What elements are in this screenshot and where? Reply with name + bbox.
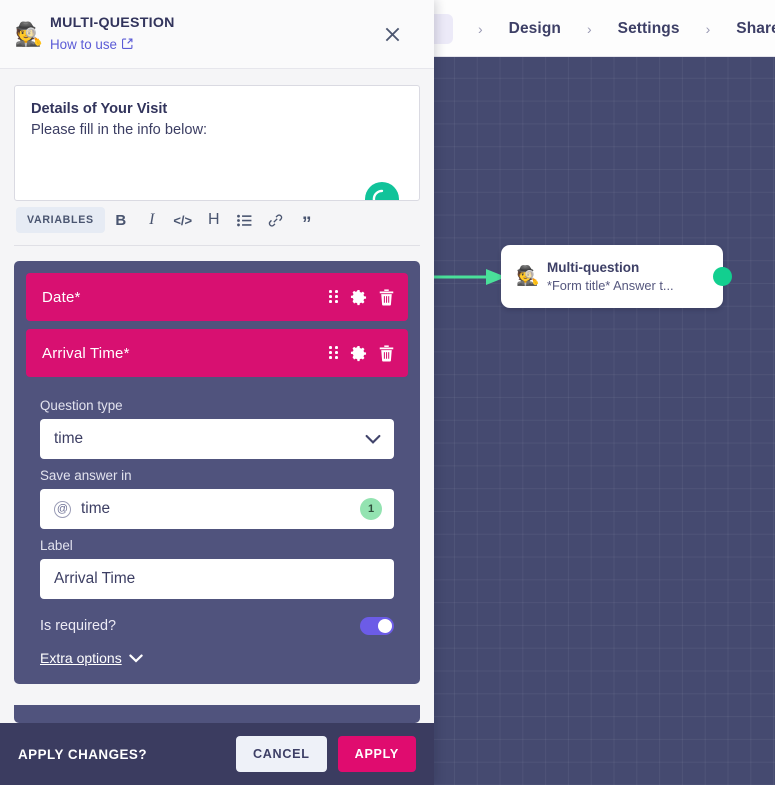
extra-options-toggle[interactable]: Extra options xyxy=(40,650,143,666)
is-required-row: Is required? xyxy=(40,617,394,635)
question-row-arrival-time[interactable]: Arrival Time* xyxy=(26,329,408,377)
link-icon[interactable] xyxy=(261,205,291,235)
bullet-list-icon[interactable] xyxy=(230,205,260,235)
editor-heading-text: Details of Your Visit xyxy=(31,101,168,117)
detective-emoji: 🕵️ xyxy=(14,20,44,47)
flow-node-text: Multi-question *Form title* Answer t... xyxy=(547,259,674,294)
label-field-value: Arrival Time xyxy=(54,570,136,587)
italic-icon[interactable]: I xyxy=(137,205,167,235)
is-required-label: Is required? xyxy=(40,618,116,634)
question-row-label: Date* xyxy=(42,288,81,306)
drag-handle-icon[interactable] xyxy=(329,290,338,304)
save-answer-label: Save answer in xyxy=(40,468,132,483)
at-sign-icon: @ xyxy=(54,500,71,518)
close-icon[interactable] xyxy=(380,22,404,46)
node-settings-panel: 🕵️ MULTI-QUESTION How to use Details of … xyxy=(0,0,434,785)
panel-header: 🕵️ MULTI-QUESTION How to use xyxy=(0,0,434,69)
panel-divider xyxy=(14,245,420,246)
flow-node-subtitle: *Form title* Answer t... xyxy=(547,277,674,293)
label-field-label: Label xyxy=(40,538,73,553)
gear-icon[interactable] xyxy=(350,345,367,362)
chevron-down-icon xyxy=(365,432,381,450)
editor-textarea[interactable]: Details of Your Visit Please fill in the… xyxy=(14,85,420,201)
gear-icon[interactable] xyxy=(350,289,367,306)
question-type-label: Question type xyxy=(40,398,123,413)
flow-node-multi-question[interactable]: 🕵️ Multi-question *Form title* Answer t.… xyxy=(501,245,732,308)
save-answer-input[interactable]: @ time 1 xyxy=(40,489,394,529)
breadcrumb-separator-icon: › xyxy=(478,20,483,37)
delete-icon[interactable] xyxy=(379,288,394,306)
how-to-use-label: How to use xyxy=(50,36,117,52)
breadcrumb-item-settings[interactable]: Settings xyxy=(618,20,680,38)
apply-changes-title: APPLY CHANGES? xyxy=(18,746,148,762)
breadcrumb-separator-icon: › xyxy=(586,20,592,37)
breadcrumb-item-share[interactable]: Share xyxy=(736,20,775,38)
breadcrumb-separator-icon: › xyxy=(705,20,711,37)
variables-button[interactable]: VARIABLES xyxy=(16,207,105,233)
flow-node-title: Multi-question xyxy=(547,259,640,275)
question-detail-form: Question type time Save answer in @ time… xyxy=(26,385,408,670)
breadcrumb-item-design[interactable]: Design xyxy=(509,20,561,38)
external-link-icon xyxy=(122,35,133,55)
variable-usage-badge: 1 xyxy=(360,498,382,520)
question-type-value: time xyxy=(54,430,84,447)
chevron-down-icon xyxy=(129,650,143,666)
extra-options-label: Extra options xyxy=(40,650,122,666)
panel-title: MULTI-QUESTION xyxy=(50,15,175,32)
questions-card-bottom-edge xyxy=(14,705,420,723)
apply-button[interactable]: APPLY xyxy=(337,736,416,772)
code-icon[interactable]: </> xyxy=(168,205,198,235)
toggle-knob xyxy=(378,619,392,633)
how-to-use-link[interactable]: How to use xyxy=(50,35,133,55)
questions-card: Date* Arrival Time* Question type time S… xyxy=(14,261,420,684)
is-required-toggle[interactable] xyxy=(360,617,394,635)
bold-icon[interactable]: B xyxy=(106,205,136,235)
rich-text-editor: Details of Your Visit Please fill in the… xyxy=(0,69,434,239)
node-output-connector[interactable] xyxy=(713,267,732,286)
question-row-date[interactable]: Date* xyxy=(26,273,408,321)
heading-icon[interactable]: H xyxy=(199,205,229,235)
grammarly-icon[interactable] xyxy=(365,182,399,200)
detective-emoji: 🕵️ xyxy=(516,266,540,287)
label-field-input[interactable]: Arrival Time xyxy=(40,559,394,599)
drag-handle-icon[interactable] xyxy=(329,346,338,360)
panel-header-texts: MULTI-QUESTION How to use xyxy=(50,13,175,54)
question-row-label: Arrival Time* xyxy=(42,344,130,362)
breadcrumb: › Design › Settings › Share xyxy=(452,0,775,57)
quote-icon[interactable]: ” xyxy=(292,205,322,235)
delete-icon[interactable] xyxy=(379,344,394,362)
editor-toolbar: VARIABLES B I </> H ” xyxy=(14,201,420,239)
question-type-select[interactable]: time xyxy=(40,419,394,459)
flow-editor-screen: 🕵️ Multi-question *Form title* Answer t.… xyxy=(0,0,775,785)
editor-body-text: Please fill in the info below: xyxy=(31,122,208,139)
cancel-button[interactable]: CANCEL xyxy=(235,736,327,772)
apply-changes-bar: APPLY CHANGES? CANCEL APPLY xyxy=(0,723,434,785)
question-row-actions xyxy=(329,344,394,362)
flow-connector-arrow xyxy=(432,268,510,286)
save-answer-value: time xyxy=(81,500,111,517)
question-row-actions xyxy=(329,288,394,306)
